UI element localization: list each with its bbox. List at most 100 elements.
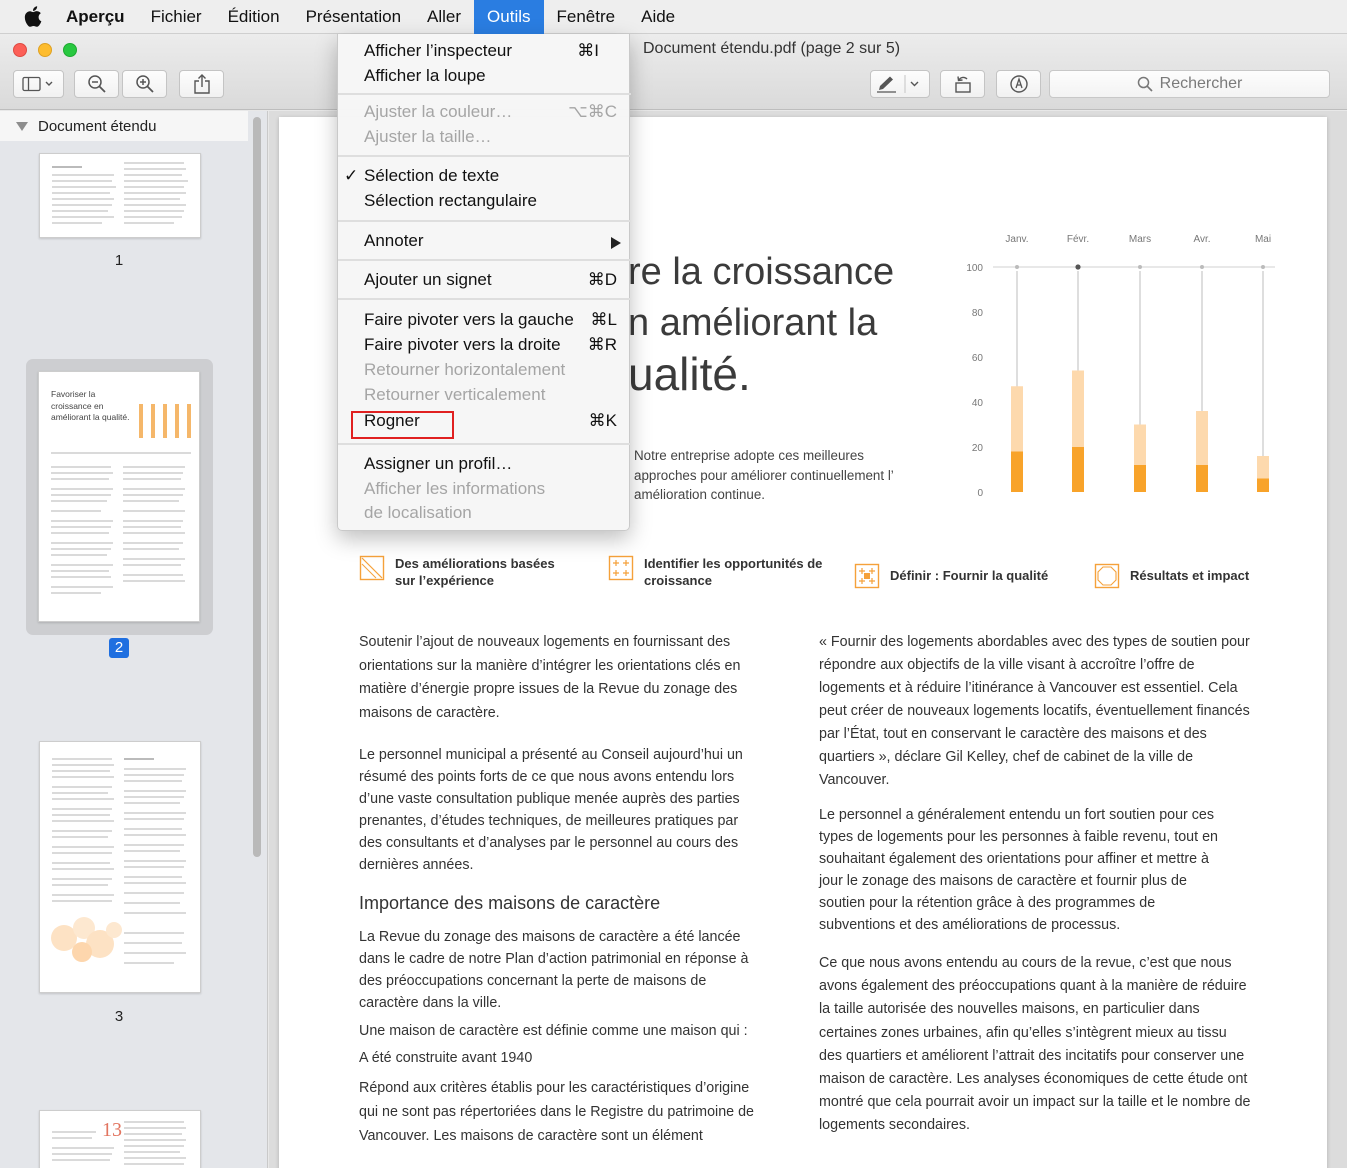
menu-separator — [338, 220, 631, 222]
menu-item-label: Assigner un profil… — [364, 454, 513, 473]
zoom-window-button[interactable] — [63, 43, 77, 57]
menu-item-rotate-left[interactable]: Faire pivoter vers la gauche ⌘L — [338, 308, 631, 333]
page-number-3[interactable]: 3 — [109, 1008, 129, 1025]
page-thumbnail-3[interactable] — [39, 741, 201, 993]
share-button[interactable] — [179, 70, 224, 98]
octagon-icon — [1094, 563, 1120, 589]
menu-separator — [338, 259, 631, 261]
feature-results: Résultats et impact — [1094, 563, 1294, 589]
menu-item-label: Retourner horizontalement — [364, 360, 566, 379]
feature-label: Identifier les opportunités de croissanc… — [644, 556, 823, 588]
close-window-button[interactable] — [13, 43, 27, 57]
grid-plus-icon — [608, 555, 634, 581]
menu-item-adjust-color[interactable]: Ajuster la couleur… ⌥⌘C — [338, 100, 631, 125]
share-icon — [193, 74, 210, 94]
feature-experience: Des améliorations basées sur l’expérienc… — [359, 555, 589, 589]
right-paragraph-2: Le personnel a généralement entendu un f… — [819, 807, 1218, 933]
bar-dark — [1072, 447, 1084, 492]
page-number-2-selected[interactable]: 2 — [109, 638, 129, 658]
menu-outils[interactable]: Outils — [474, 0, 544, 34]
menu-item-flip-horizontal[interactable]: Retourner horizontalement — [338, 358, 631, 383]
menu-item-rotate-right[interactable]: Faire pivoter vers la droite ⌘R — [338, 333, 631, 358]
zoom-in-icon — [135, 75, 154, 93]
menu-item-rectangular-selection[interactable]: Sélection rectangulaire — [338, 189, 631, 214]
menu-aller[interactable]: Aller — [414, 0, 474, 34]
thumbnail-page-number: 13 — [102, 1119, 122, 1141]
search-icon — [1137, 76, 1153, 92]
menu-item-shortcut: ⌘K — [588, 411, 617, 430]
menu-item-adjust-size[interactable]: Ajuster la taille… — [338, 125, 631, 150]
x-tick-label: Janv. — [1005, 234, 1028, 245]
bar-dark — [1257, 478, 1269, 492]
zoom-in-button[interactable] — [122, 70, 167, 98]
markup-pen-button[interactable] — [870, 70, 930, 98]
menu-separator — [338, 155, 631, 157]
menu-presentation[interactable]: Présentation — [293, 0, 414, 34]
zoom-out-icon — [87, 75, 106, 93]
menu-edition[interactable]: Édition — [215, 0, 293, 34]
menu-item-show-location-info-cont[interactable]: de localisation — [338, 501, 631, 526]
menu-aide[interactable]: Aide — [628, 0, 688, 34]
menu-item-show-location-info[interactable]: Afficher les informations — [338, 477, 631, 502]
menu-separator — [338, 443, 631, 445]
thumbnail-sidebar[interactable]: Document étendu 1 Favoriser la croissanc… — [0, 111, 268, 1168]
menu-fichier[interactable]: Fichier — [138, 0, 215, 34]
menu-item-label: Faire pivoter vers la droite — [364, 335, 561, 354]
menu-item-assign-profile[interactable]: Assigner un profil… — [338, 452, 631, 477]
menu-item-show-loupe[interactable]: Afficher la loupe — [338, 64, 631, 89]
menu-bar: Aperçu Fichier Édition Présentation Alle… — [0, 0, 1347, 34]
page-thumbnail-4[interactable]: 13 — [39, 1110, 201, 1168]
checkmark-icon: ✓ — [344, 166, 359, 185]
bar-dark — [1011, 451, 1023, 492]
rotate-button[interactable] — [940, 70, 985, 98]
left-paragraph-4: Une maison de caractère est définie comm… — [359, 1023, 748, 1039]
search-field[interactable]: Rechercher — [1049, 70, 1330, 98]
menu-item-flip-vertical[interactable]: Retourner verticalement — [338, 383, 631, 408]
zoom-out-button[interactable] — [74, 70, 119, 98]
x-tick-label: Avr. — [1193, 234, 1210, 245]
menu-item-label: Sélection de texte — [364, 166, 500, 185]
x-tick-label: Mai — [1255, 234, 1271, 245]
right-paragraph-1: « Fournir des logements abordables avec … — [819, 634, 1250, 788]
markup-icon — [1009, 75, 1028, 93]
menu-separator — [338, 93, 631, 95]
tools-dropdown-menu[interactable]: Afficher l’inspecteur ⌘I Afficher la loup… — [337, 34, 631, 531]
left-paragraph-5: A été construite avant 1940 — [359, 1050, 533, 1066]
sidebar-scrollbar[interactable] — [253, 117, 261, 857]
menu-item-label: Annoter — [364, 231, 424, 250]
menu-item-shortcut: ⌘I — [577, 41, 599, 60]
menu-item-shortcut: ⌥⌘C — [568, 102, 617, 121]
annotate-toolbar-button[interactable] — [996, 70, 1041, 98]
feature-label: Définir : Fournir la qualité — [890, 568, 1049, 583]
menu-item-show-inspector[interactable]: Afficher l’inspecteur ⌘I — [338, 39, 631, 64]
page-headline: re la croissance n améliorant la ualité. — [628, 247, 894, 404]
menu-app-name[interactable]: Aperçu — [66, 0, 138, 34]
left-text-column: Soutenir l’ajout de nouveaux logements e… — [359, 631, 759, 1164]
page-thumbnail-2[interactable]: Favoriser la croissance en améliorant la… — [38, 371, 200, 622]
y-tick-label: 80 — [972, 308, 984, 319]
menu-item-label: Ajuster la taille… — [364, 127, 492, 146]
page-number-1[interactable]: 1 — [109, 252, 129, 269]
minimize-window-button[interactable] — [38, 43, 52, 57]
menu-item-add-bookmark[interactable]: Ajouter un signet ⌘D — [338, 268, 631, 293]
page-thumbnail-1[interactable] — [39, 153, 201, 238]
menu-item-label: Ajouter un signet — [364, 270, 492, 289]
disclosure-triangle-icon[interactable] — [16, 121, 28, 131]
monthly-bar-chart: 100 80 60 40 20 0 Janv. Févr. Mars Avr. Mai — [966, 234, 1275, 499]
menu-item-shortcut: ⌘R — [587, 335, 617, 354]
y-tick-label: 100 — [966, 263, 983, 274]
apple-menu-icon[interactable] — [0, 0, 66, 34]
headline-line-1: re la croissance — [628, 251, 895, 293]
menu-item-annotate[interactable]: Annoter — [338, 229, 631, 254]
guide-point — [1015, 265, 1019, 269]
crop-highlight-box — [351, 411, 454, 439]
menu-item-text-selection[interactable]: ✓ Sélection de texte — [338, 164, 631, 189]
menu-item-label: Sélection rectangulaire — [364, 191, 537, 210]
menu-fenetre[interactable]: Fenêtre — [544, 0, 629, 34]
left-paragraph-6: Répond aux critères établis pour les car… — [359, 1080, 754, 1144]
sidebar-toggle-button[interactable] — [13, 70, 64, 98]
menu-item-label: Ajuster la couleur… — [364, 102, 513, 121]
left-paragraph-2: Le personnel municipal a présenté au Con… — [359, 747, 743, 873]
sidebar-document-header[interactable]: Document étendu — [0, 111, 248, 141]
feature-label: Des améliorations basées sur l’expérienc… — [395, 556, 555, 588]
